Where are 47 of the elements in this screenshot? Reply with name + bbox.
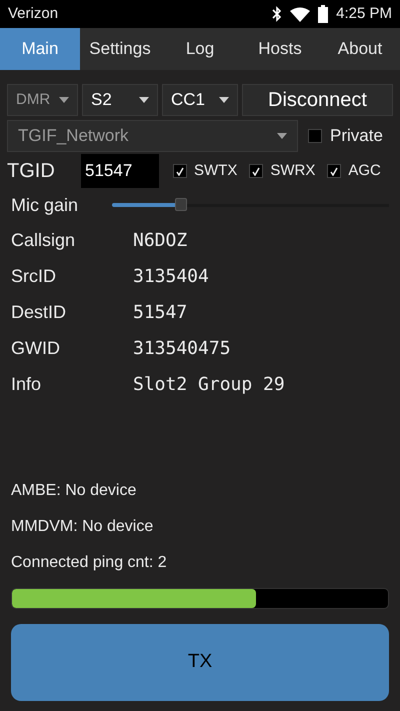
info-value: 313540475 [133, 336, 231, 360]
status-text: AMBE: No device [11, 481, 136, 501]
info-value: N6DOZ [133, 228, 188, 252]
tgid-label: TGID [7, 159, 56, 184]
carrier-label: Verizon [8, 4, 58, 24]
slider-thumb[interactable] [175, 198, 188, 211]
tab[interactable]: Settings [80, 28, 160, 70]
dropdown-caret-icon [277, 133, 287, 139]
disconnect-button[interactable]: Disconnect [242, 84, 393, 116]
tab[interactable]: About [320, 28, 400, 70]
dropdown-caret-icon [219, 97, 229, 103]
option-label: SWRX [270, 160, 316, 181]
tab[interactable]: Log [160, 28, 240, 70]
info-label: SrcID [11, 264, 57, 288]
option-label: AGC [348, 160, 381, 181]
info-label: GWID [11, 336, 61, 360]
tx-button[interactable]: TX [11, 624, 389, 701]
dropdown-select[interactable]: CC1 [162, 84, 238, 116]
battery-icon [318, 5, 328, 23]
option-label: SWTX [194, 160, 238, 181]
checkmark-icon [330, 166, 338, 176]
dropdown-select[interactable]: S2 [82, 84, 158, 116]
bluetooth-icon [272, 6, 282, 22]
checkmark-icon [176, 166, 184, 176]
tgid-input[interactable]: 51547 [81, 154, 159, 188]
info-value: Slot2 Group 29 [133, 372, 285, 396]
mic-gain-slider[interactable] [112, 198, 389, 212]
status-text: Connected ping cnt: 2 [11, 553, 167, 573]
tab[interactable]: Hosts [240, 28, 320, 70]
info-value: 3135404 [133, 264, 209, 288]
dropdown-caret-icon [59, 97, 69, 103]
info-label: Callsign [11, 228, 76, 252]
option-checkbox[interactable] [327, 164, 342, 178]
option-checkbox[interactable] [249, 164, 264, 178]
info-label: Info [11, 372, 42, 396]
dropdown-caret-icon [139, 97, 149, 103]
clock-time: 4:25 PM [336, 4, 392, 24]
mic-gain-label: Mic gain [11, 194, 80, 217]
checkmark-icon [252, 166, 260, 176]
private-checkbox[interactable] [308, 129, 322, 143]
option-checkbox[interactable] [173, 164, 187, 178]
private-label: Private [330, 125, 383, 148]
tab[interactable]: Main [0, 28, 80, 70]
info-value: 51547 [133, 300, 188, 324]
wifi-icon [290, 6, 310, 22]
status-text: MMDVM: No device [11, 517, 154, 537]
info-label: DestID [11, 300, 68, 324]
